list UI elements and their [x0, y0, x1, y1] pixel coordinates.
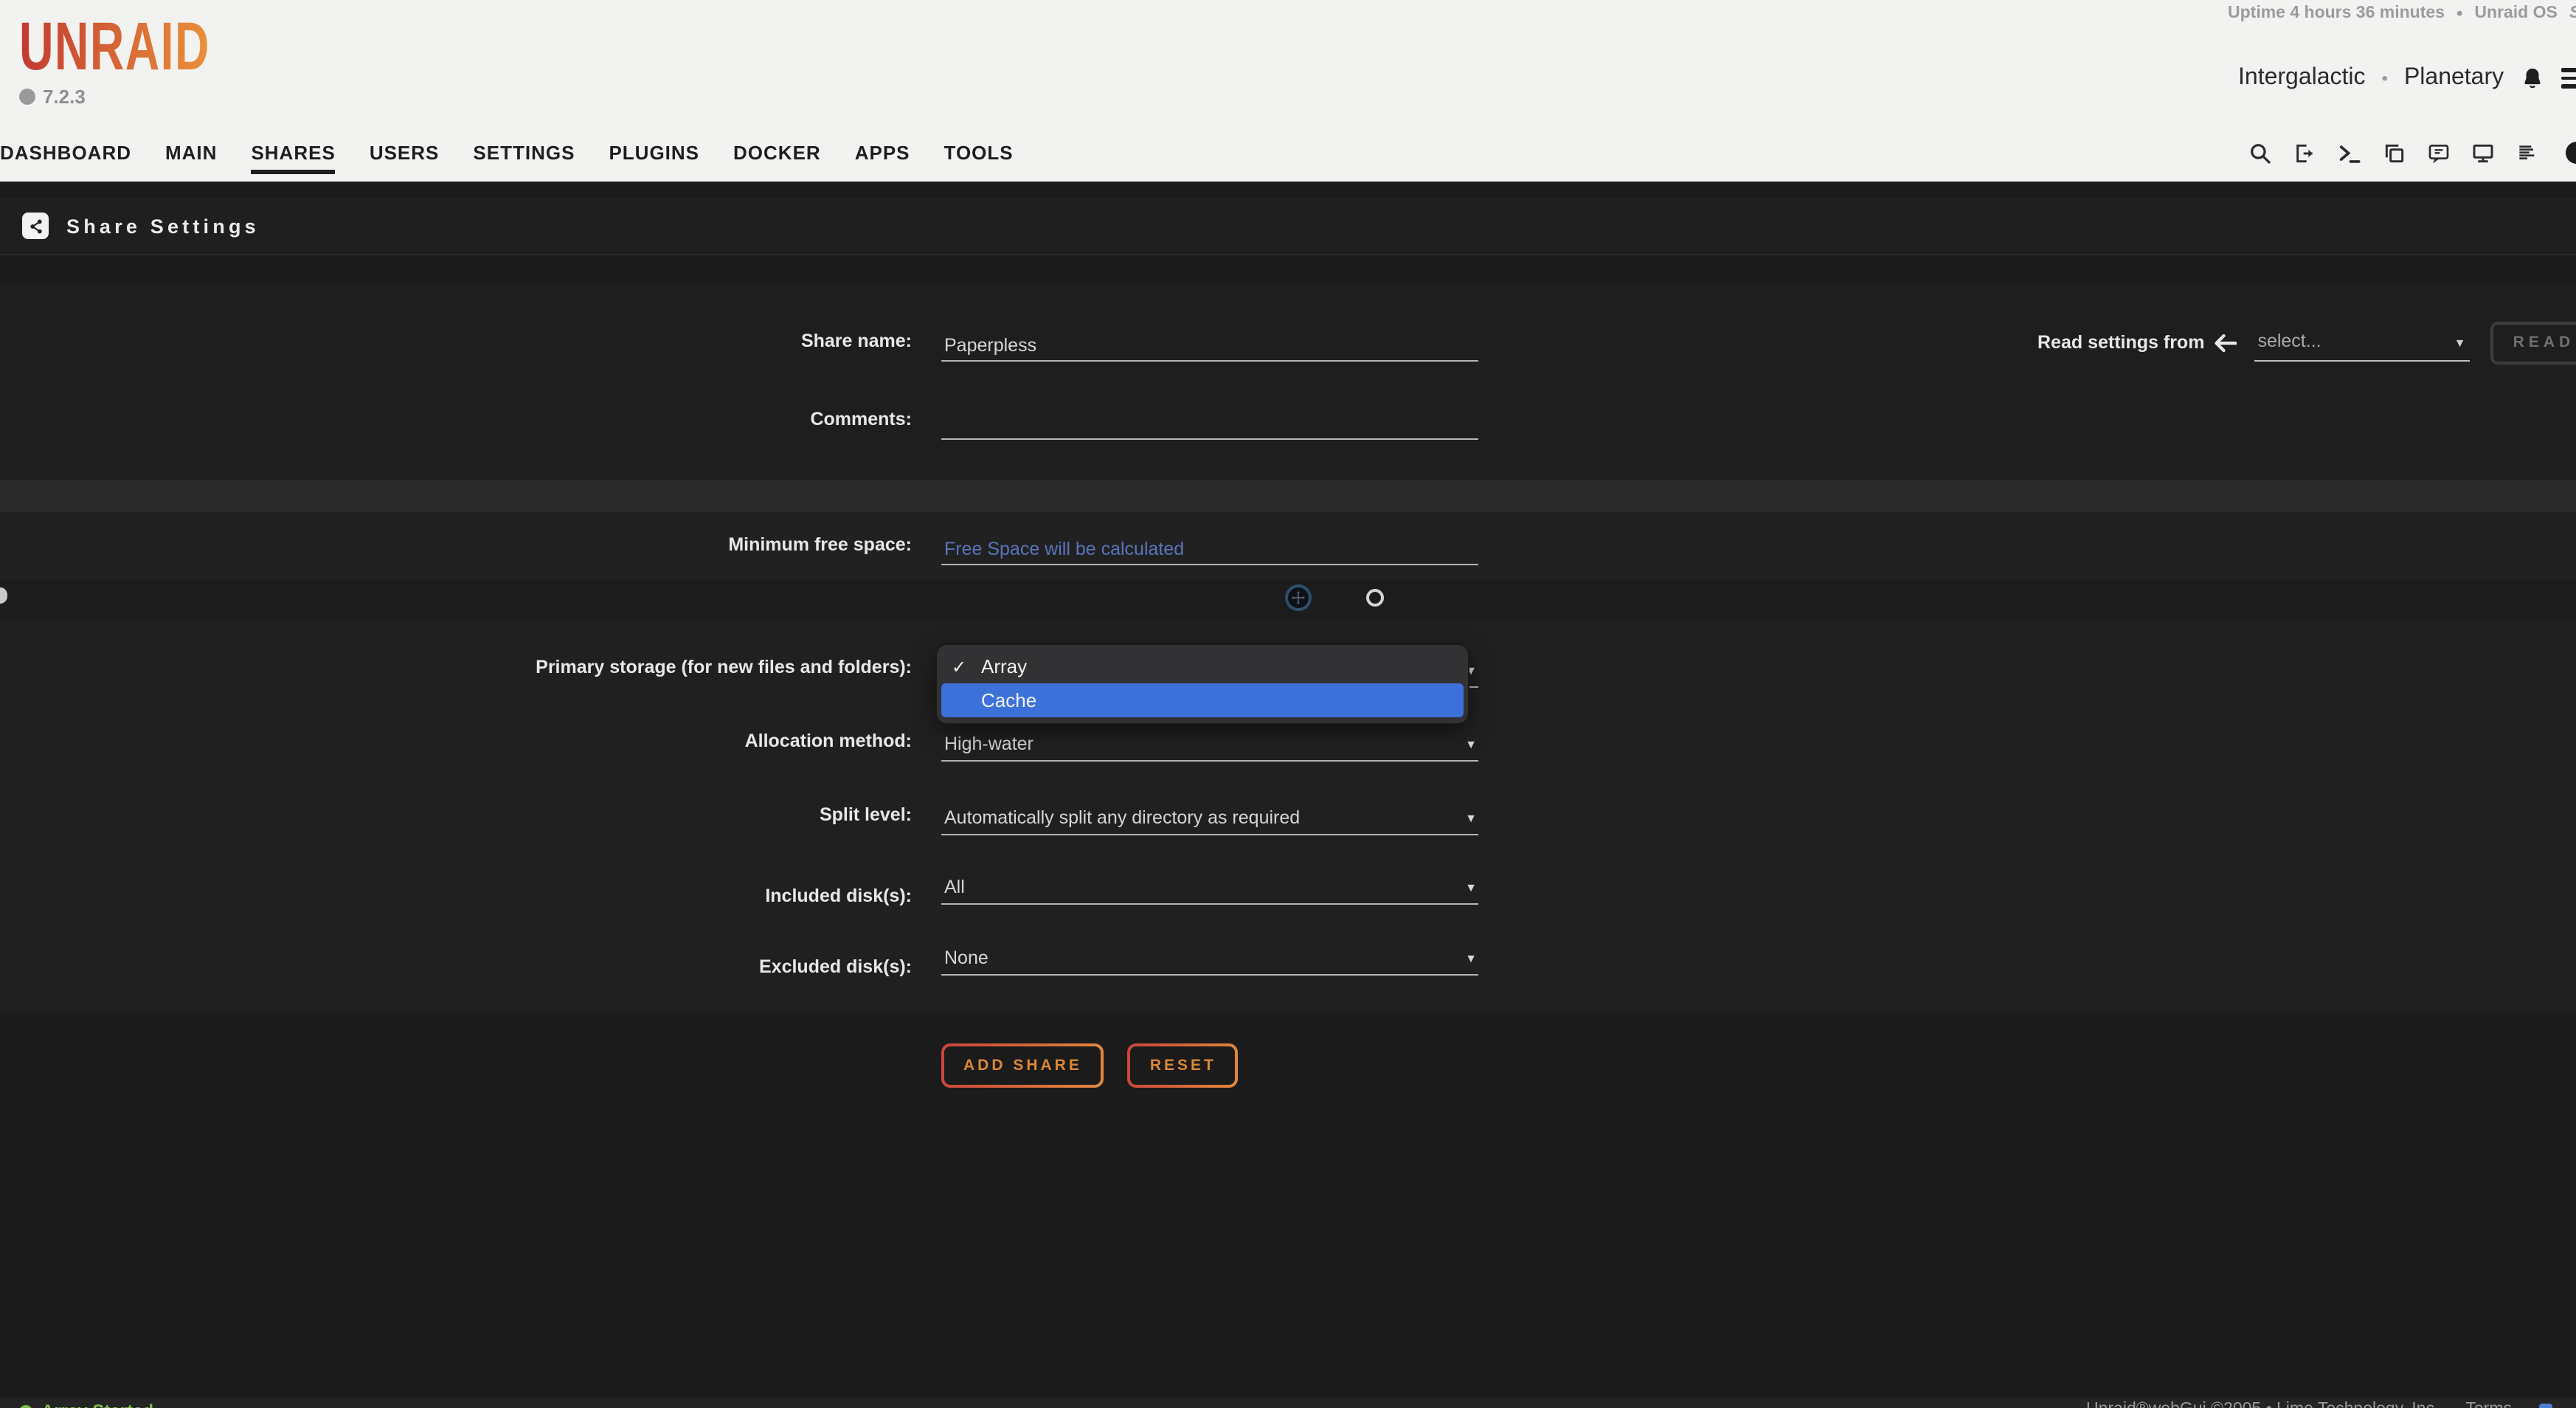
split-level-select[interactable]: Automatically split any directory as req…	[941, 804, 1478, 835]
option-label: Array	[981, 655, 1027, 677]
comments-label: Comments:	[0, 409, 912, 429]
nav-item-shares[interactable]: SHARES	[251, 142, 335, 174]
excluded-disks-value: None	[944, 948, 988, 968]
separator-dot: •	[2456, 3, 2462, 24]
footer: Array Started Unraid®webGui ©2005 • Lime…	[0, 1398, 2576, 1408]
comments-input[interactable]	[941, 409, 1484, 438]
main-nav: DASHBOARD MAIN SHARES USERS SETTINGS PLU…	[0, 142, 1014, 174]
option-label: Cache	[941, 689, 1036, 711]
menu-hamburger-icon[interactable]	[2561, 68, 2576, 89]
included-disks-value: All	[944, 877, 965, 897]
reset-button-label: RESET	[1131, 1046, 1236, 1085]
min-free-space-label: Minimum free space:	[0, 534, 912, 555]
nav-item-settings[interactable]: SETTINGS	[473, 142, 575, 174]
split-level-value: Automatically split any directory as req…	[944, 807, 1300, 828]
section-identity	[0, 283, 2576, 480]
split-level-label: Split level:	[0, 804, 912, 825]
os-name: Unraid OS	[2474, 4, 2557, 22]
share-name-field	[941, 331, 1478, 362]
server-row: Intergalactic • Planetary	[2238, 65, 2576, 92]
theme-icon[interactable]	[2566, 142, 2576, 164]
allocation-method-label: Allocation method:	[0, 731, 912, 751]
action-buttons: ADD SHARE RESET	[941, 1043, 1239, 1088]
array-status: Array Started	[19, 1401, 153, 1408]
uptime-line: Uptime 4 hours 36 minutes • Unraid OS St…	[2228, 3, 2576, 24]
logout-icon[interactable]	[2293, 142, 2316, 165]
bell-icon[interactable]	[2520, 66, 2545, 91]
included-disks-select[interactable]: All ▼	[941, 874, 1478, 905]
move-cursor-icon	[1285, 584, 1312, 611]
reset-button[interactable]: RESET	[1128, 1043, 1239, 1088]
circle-cursor-icon	[1366, 589, 1384, 607]
read-settings-label: Read settings from	[2037, 332, 2204, 353]
array-status-label: Array Started	[41, 1401, 153, 1408]
feedback-icon[interactable]	[2427, 142, 2451, 165]
terminal-icon[interactable]	[2337, 141, 2362, 166]
copyright-text: Unraid®webGui ©2005 • Lime Technology, I…	[2086, 1401, 2439, 1408]
excluded-disks-label: Excluded disk(s):	[0, 956, 912, 977]
uptime-text: Uptime 4 hours 36 minutes	[2228, 4, 2445, 22]
chevron-down-icon: ▼	[1465, 952, 1477, 965]
share-icon	[22, 213, 49, 239]
comments-field	[941, 409, 1478, 440]
log-icon[interactable]	[2516, 142, 2539, 165]
nav-item-plugins[interactable]: PLUGINS	[609, 142, 699, 174]
page-title: Share Settings	[66, 215, 260, 237]
server-name: Intergalactic	[2238, 65, 2366, 92]
included-disks-label: Included disk(s):	[0, 886, 912, 906]
share-name-label: Share name:	[0, 331, 912, 351]
unraid-logo[interactable]: UNRAID	[19, 6, 210, 86]
add-share-button[interactable]: ADD SHARE	[941, 1043, 1104, 1088]
arrow-left-icon	[2215, 333, 2237, 352]
nav-item-tools[interactable]: TOOLS	[944, 142, 1014, 174]
min-free-space-input[interactable]	[941, 534, 1484, 564]
toolbar-icons	[2248, 139, 2539, 168]
primary-storage-label: Primary storage (for new files and folde…	[0, 657, 912, 677]
chevron-down-icon: ▼	[1465, 738, 1477, 751]
read-settings-select-value: select...	[2257, 331, 2321, 351]
nav-item-main[interactable]: MAIN	[165, 142, 217, 174]
allocation-method-select[interactable]: High-water ▼	[941, 731, 1478, 762]
share-name-input[interactable]	[941, 331, 1484, 360]
read-settings-select[interactable]: select... ▼	[2254, 323, 2470, 362]
terms-link[interactable]: Terms	[2465, 1401, 2512, 1408]
separator-dot: •	[2382, 68, 2388, 89]
footer-copyright: Unraid®webGui ©2005 • Lime Technology, I…	[2086, 1401, 2552, 1408]
topbar: UNRAID 7.2.3 Uptime 4 hours 36 minutes •…	[0, 0, 2576, 182]
min-free-space-field	[941, 534, 1478, 565]
version-label: 7.2.3	[43, 86, 86, 108]
check-icon: ✓	[937, 656, 981, 677]
os-plan: Starter	[2569, 4, 2576, 22]
nav-item-docker[interactable]: DOCKER	[733, 142, 821, 174]
allocation-method-value: High-water	[944, 734, 1033, 754]
page-titlebar: Share Settings	[0, 198, 2576, 255]
dropdown-option-array[interactable]: ✓ Array	[937, 649, 1468, 683]
external-link-icon	[2538, 1403, 2552, 1408]
dropdown-option-cache[interactable]: Cache	[941, 683, 1464, 717]
nav-item-dashboard[interactable]: DASHBOARD	[0, 142, 131, 174]
read-button[interactable]: READ	[2490, 321, 2576, 364]
read-settings-group: Read settings from select... ▼ READ	[2037, 320, 2576, 365]
primary-storage-dropdown-menu: ✓ Array Cache	[937, 645, 1468, 723]
copy-icon[interactable]	[2383, 142, 2406, 165]
nav-item-users[interactable]: USERS	[370, 142, 440, 174]
excluded-disks-select[interactable]: None ▼	[941, 945, 1478, 976]
monitor-icon[interactable]	[2471, 142, 2495, 165]
chevron-down-icon: ▼	[1465, 881, 1477, 894]
unraid-window: UNRAID 7.2.3 Uptime 4 hours 36 minutes •…	[0, 0, 2576, 1408]
server-description: Planetary	[2404, 65, 2504, 92]
add-share-button-label: ADD SHARE	[944, 1046, 1101, 1085]
chevron-down-icon: ▼	[1465, 812, 1477, 825]
status-dot-icon	[19, 1404, 32, 1408]
screen: UNRAID 7.2.3 Uptime 4 hours 36 minutes •…	[0, 0, 2576, 1408]
nav-item-apps[interactable]: APPS	[855, 142, 910, 174]
version-dot-icon	[19, 89, 35, 105]
chevron-down-icon: ▼	[2454, 337, 2466, 350]
search-icon[interactable]	[2248, 142, 2272, 165]
version-indicator: 7.2.3	[19, 86, 86, 108]
section-divider	[0, 480, 2576, 512]
